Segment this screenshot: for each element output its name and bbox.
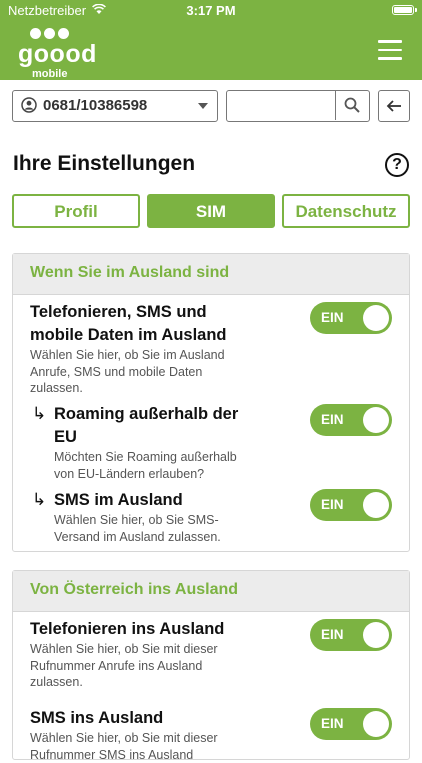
logo-word: goood — [18, 40, 97, 69]
item-description: Wählen Sie hier, ob Sie im Ausland Anruf… — [30, 347, 225, 397]
item-desc-line: Wählen Sie hier, ob Sie SMS- — [54, 512, 221, 529]
chevron-down-icon — [198, 103, 208, 109]
user-icon — [21, 97, 37, 113]
hamburger-menu-icon[interactable] — [378, 40, 402, 60]
item-desc-line: Anrufe, SMS und mobile Daten — [30, 364, 225, 381]
item-title: Telefonieren ins Ausland — [30, 618, 224, 641]
item-desc-line: Wählen Sie hier, ob Sie mit dieser — [30, 641, 218, 658]
toggle-roaming-non-eu[interactable]: EIN — [310, 404, 392, 436]
item-title-line: mobile Daten im Ausland — [30, 324, 227, 347]
selected-number: 0681/10386598 — [43, 97, 147, 114]
tab-profil[interactable]: Profil — [12, 194, 140, 228]
item-description: Möchten Sie Roaming außerhalb von EU-Län… — [54, 449, 237, 482]
search-field — [226, 90, 370, 122]
item-title-line: EU — [54, 426, 238, 449]
help-icon[interactable]: ? — [385, 153, 409, 177]
item-description: Wählen Sie hier, ob Sie SMS- Versand im … — [54, 512, 221, 545]
sub-arrow-icon: ↳ — [32, 490, 46, 510]
item-title: Telefonieren, SMS und mobile Daten im Au… — [30, 301, 227, 347]
toggle-knob — [363, 711, 389, 737]
toggle-sms-to-abroad[interactable]: EIN — [310, 708, 392, 740]
tab-datenschutz[interactable]: Datenschutz — [282, 194, 410, 228]
toggle-knob — [363, 407, 389, 433]
sub-arrow-icon: ↳ — [32, 404, 46, 424]
section-title: Von Österreich ins Ausland — [30, 581, 238, 599]
item-desc-line: Versand im Ausland zulassen. — [54, 529, 221, 546]
item-desc-line: Rufnummer Anrufe ins Ausland — [30, 658, 218, 675]
item-title: SMS ins Ausland — [30, 707, 163, 730]
toggle-sms-abroad[interactable]: EIN — [310, 489, 392, 521]
toggle-label: EIN — [321, 627, 344, 642]
item-description: Wählen Sie hier, ob Sie mit dieser Rufnu… — [30, 641, 218, 691]
item-desc-line: zulassen. — [30, 674, 218, 691]
section-title: Wenn Sie im Ausland sind — [30, 264, 229, 282]
item-title-line: Telefonieren, SMS und — [30, 301, 227, 324]
search-button[interactable] — [335, 91, 369, 120]
item-title: Roaming außerhalb der EU — [54, 403, 238, 449]
back-button[interactable] — [378, 90, 410, 122]
search-icon — [344, 97, 360, 113]
page-title: Ihre Einstellungen — [13, 152, 195, 176]
item-title: SMS im Ausland — [54, 489, 183, 512]
item-desc-line: Rufnummer SMS ins Ausland — [30, 747, 218, 763]
item-desc-line: von EU-Ländern erlauben? — [54, 466, 237, 483]
toggle-label: EIN — [321, 310, 344, 325]
status-bar: Netzbetreiber 3:17 PM — [0, 0, 422, 22]
arrow-left-icon — [386, 99, 402, 113]
phone-number-select[interactable]: 0681/10386598 — [12, 90, 218, 122]
item-title-line: Telefonieren ins Ausland — [30, 618, 224, 641]
app-header: goood mobile — [0, 22, 422, 80]
section-header: Wenn Sie im Ausland sind — [13, 254, 409, 295]
battery-icon — [392, 5, 414, 15]
item-desc-line: Wählen Sie hier, ob Sie im Ausland — [30, 347, 225, 364]
item-title-line: SMS im Ausland — [54, 489, 183, 512]
clock: 3:17 PM — [0, 3, 422, 18]
search-input[interactable] — [227, 91, 335, 120]
item-desc-line: Wählen Sie hier, ob Sie mit dieser — [30, 730, 218, 747]
logo-dots-icon — [30, 26, 74, 38]
logo-sub: mobile — [32, 68, 67, 80]
item-title-line: Roaming außerhalb der — [54, 403, 238, 426]
item-desc-line: Möchten Sie Roaming außerhalb — [54, 449, 237, 466]
item-desc-line: zulassen. — [30, 380, 225, 397]
section-abroad: Wenn Sie im Ausland sind Telefonieren, S… — [12, 253, 410, 552]
toggle-knob — [363, 305, 389, 331]
tab-sim[interactable]: SIM — [147, 194, 275, 228]
toggle-knob — [363, 622, 389, 648]
toggle-label: EIN — [321, 412, 344, 427]
section-from-austria: Von Österreich ins Ausland Telefonieren … — [12, 570, 410, 760]
toggle-label: EIN — [321, 497, 344, 512]
item-description: Wählen Sie hier, ob Sie mit dieser Rufnu… — [30, 730, 218, 763]
toggle-knob — [363, 492, 389, 518]
toggle-roaming-all[interactable]: EIN — [310, 302, 392, 334]
toggle-calls-abroad[interactable]: EIN — [310, 619, 392, 651]
item-title-line: SMS ins Ausland — [30, 707, 163, 730]
toggle-label: EIN — [321, 716, 344, 731]
section-header: Von Österreich ins Ausland — [13, 571, 409, 612]
